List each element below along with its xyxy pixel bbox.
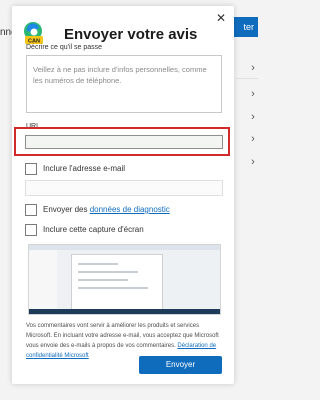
screenshot-preview[interactable] <box>28 244 221 315</box>
preview-line <box>78 271 138 273</box>
preview-sidebar <box>29 250 57 314</box>
preview-line <box>78 287 148 289</box>
email-input[interactable] <box>25 180 223 196</box>
chevron-right-icon[interactable]: › <box>248 88 258 100</box>
background-button[interactable]: ter <box>232 17 258 37</box>
edge-canary-logo-icon: CAN <box>24 22 43 45</box>
preview-window <box>71 254 163 314</box>
chevron-right-icon[interactable]: › <box>248 111 258 123</box>
privacy-notice: Vos commentaires vont servir à améliorer… <box>26 321 226 361</box>
diagnostic-label: Envoyer des données de diagnostic <box>43 205 170 214</box>
describe-label: Décrire ce qu'il se passe <box>26 44 103 51</box>
preview-line <box>78 279 128 281</box>
chevron-right-icon[interactable]: › <box>248 133 258 145</box>
chevron-right-icon[interactable]: › <box>248 156 258 168</box>
dialog-title: Envoyer votre avis <box>64 26 198 43</box>
send-button[interactable]: Envoyer <box>139 356 222 374</box>
diagnostic-data-link[interactable]: données de diagnostic <box>90 205 170 214</box>
screenshot-label: Inclure cette capture d'écran <box>43 225 144 234</box>
screenshot-checkbox[interactable] <box>25 224 37 236</box>
include-email-checkbox[interactable] <box>25 163 37 175</box>
chevron-right-icon[interactable]: › <box>248 62 258 74</box>
url-input[interactable] <box>25 135 223 149</box>
describe-placeholder: Veillez à ne pas inclure d'infos personn… <box>33 65 207 85</box>
background-divider <box>236 78 258 79</box>
describe-textarea[interactable]: Veillez à ne pas inclure d'infos personn… <box>26 55 222 113</box>
include-email-label: Inclure l'adresse e-mail <box>43 164 126 173</box>
preview-titlebar <box>29 245 220 250</box>
preview-taskbar <box>29 309 220 314</box>
diagnostic-checkbox[interactable] <box>25 204 37 216</box>
close-icon[interactable]: ✕ <box>213 10 229 26</box>
feedback-dialog: ✕ CAN Envoyer votre avis Décrire ce qu'i… <box>12 6 234 384</box>
diagnostic-prefix: Envoyer des <box>43 205 90 214</box>
preview-line <box>78 263 118 265</box>
